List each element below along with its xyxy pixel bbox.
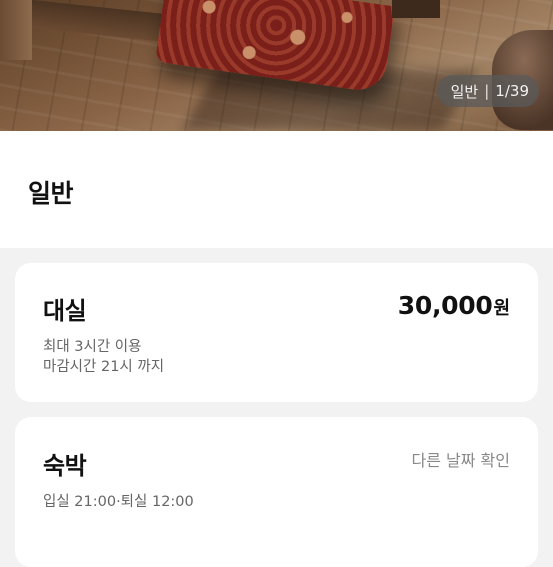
rest-price: 30,000 원	[398, 291, 510, 320]
rest-option-card[interactable]: 대실 30,000 원 최대 3시간 이용 마감시간 21시 까지	[15, 263, 538, 402]
stay-title: 숙박	[43, 452, 87, 480]
rest-title: 대실	[43, 297, 87, 325]
stay-checkin-checkout: 입실 21:00·퇴실 12:00	[43, 494, 194, 510]
photo-wall	[0, 0, 32, 60]
photo-door	[392, 0, 440, 18]
image-category-label: 일반	[450, 82, 479, 101]
counter-separator: |	[484, 82, 490, 100]
rest-closing-time: 마감시간 21시 까지	[43, 359, 165, 375]
room-photo[interactable]: 일반 | 1/39	[0, 0, 553, 131]
image-counter-badge: 일반 | 1/39	[436, 75, 539, 107]
other-date-button[interactable]: 다른 날짜 확인	[412, 447, 511, 471]
rest-price-amount: 30,000	[397, 291, 493, 320]
image-counter: 1/39	[495, 82, 529, 100]
rest-max-duration: 최대 3시간 이용	[43, 339, 142, 355]
rest-price-currency: 원	[493, 298, 510, 319]
stay-option-card[interactable]: 숙박 다른 날짜 확인 입실 21:00·퇴실 12:00	[15, 417, 538, 567]
image-current: 1	[495, 82, 505, 100]
room-header: 일반	[0, 131, 553, 248]
room-title: 일반	[28, 179, 74, 208]
photo-wall-trim	[32, 0, 172, 43]
image-total: 39	[509, 82, 529, 100]
